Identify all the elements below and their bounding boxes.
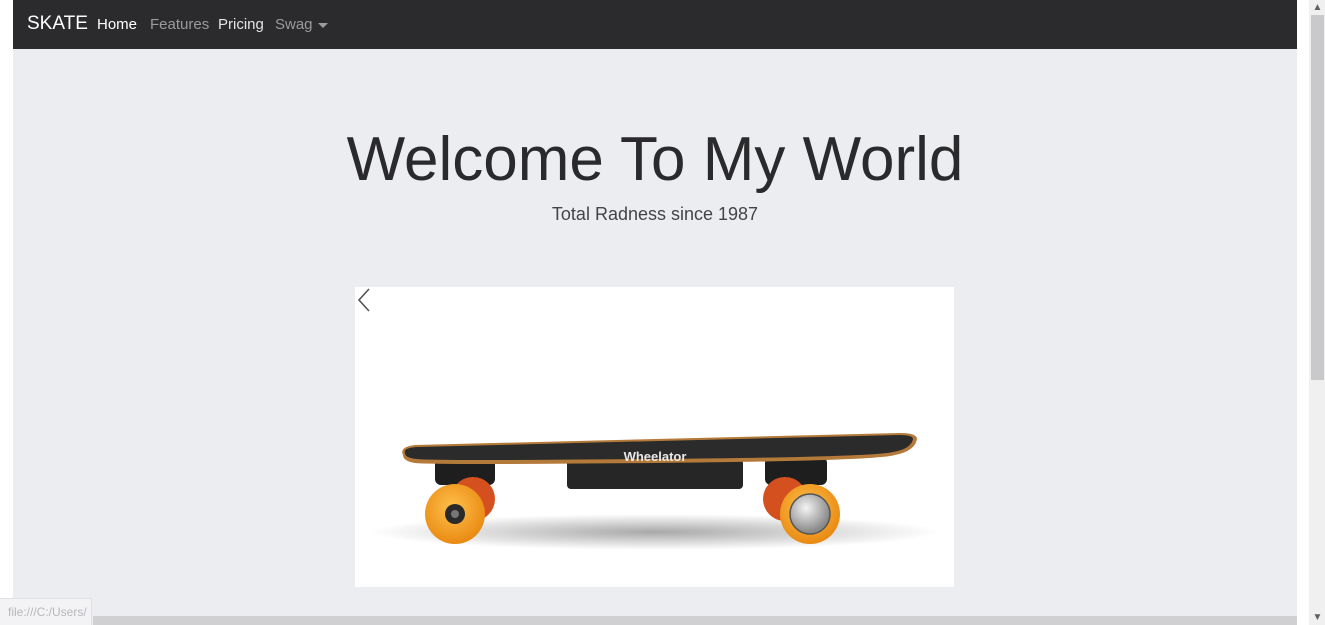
nav-swag-dropdown[interactable]: Swag [275,16,313,33]
navbar: SKATE Home Features Pricing Swag [13,0,1297,49]
vertical-scrollbar-thumb[interactable] [1311,15,1324,380]
nav-features[interactable]: Features [150,16,209,33]
deck-brand-text: Wheelator [624,449,687,464]
caret-down-icon[interactable] [318,23,328,28]
image-carousel: Wheelator [355,287,954,587]
chevron-left-icon[interactable] [355,287,375,313]
hero-subtitle: Total Radness since 1987 [551,204,759,224]
horizontal-scrollbar[interactable] [93,616,1297,625]
scroll-down-icon[interactable]: ▼ [1311,611,1324,624]
page: SKATE Home Features Pricing Swag Welcome… [13,0,1297,625]
scroll-up-icon[interactable]: ▲ [1311,1,1324,14]
nav-home[interactable]: Home [97,16,137,33]
hero-title: Welcome To My World [346,125,964,194]
electric-skateboard-image: Wheelator [370,433,940,550]
brand-link[interactable]: SKATE [27,13,88,35]
nav-pricing[interactable]: Pricing [218,16,264,33]
status-bar-url: file:///C:/Users/ [0,598,92,625]
